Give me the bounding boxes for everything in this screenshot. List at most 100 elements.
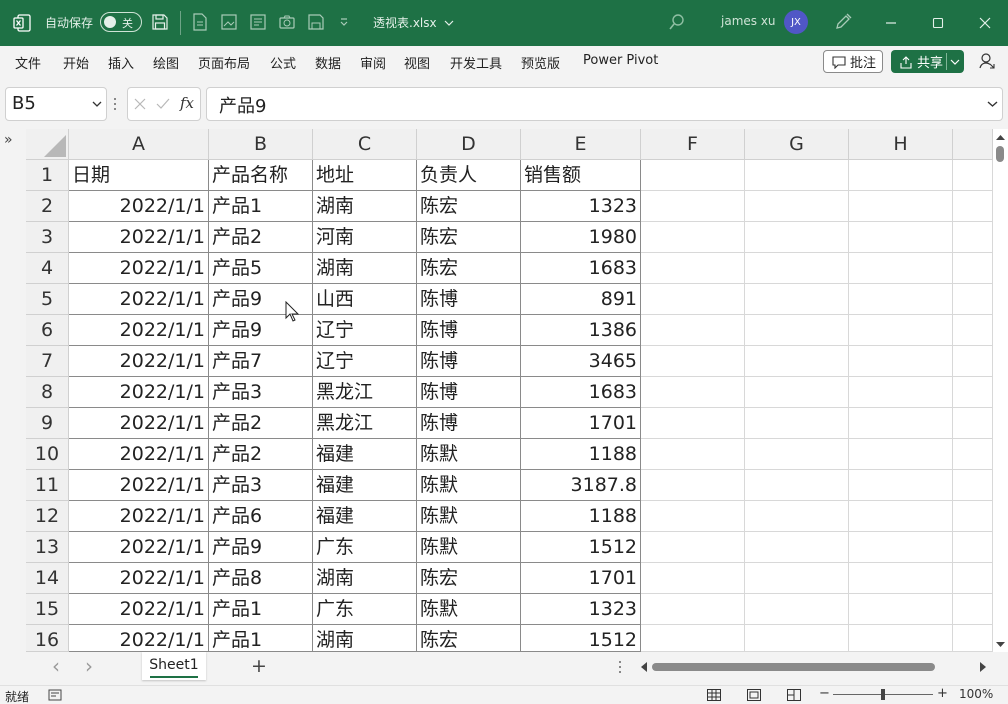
- column-header[interactable]: H: [849, 129, 953, 160]
- row-header[interactable]: 13: [26, 532, 69, 563]
- table-cell[interactable]: 福建: [313, 501, 417, 532]
- table-cell[interactable]: 2022/1/1: [69, 346, 209, 377]
- table-cell[interactable]: 陈博: [417, 315, 521, 346]
- table-cell[interactable]: 黑龙江: [313, 408, 417, 439]
- table-cell[interactable]: [953, 315, 993, 346]
- table-cell[interactable]: 陈默: [417, 470, 521, 501]
- sheet-next-button[interactable]: ›: [85, 654, 93, 678]
- table-cell[interactable]: 陈宏: [417, 222, 521, 253]
- header-cell[interactable]: [849, 160, 953, 191]
- scroll-right-icon[interactable]: [978, 661, 988, 673]
- table-cell[interactable]: [849, 408, 953, 439]
- page-break-view-icon[interactable]: [787, 689, 801, 701]
- tab-power-pivot[interactable]: Power Pivot: [583, 53, 658, 68]
- table-cell[interactable]: 陈宏: [417, 563, 521, 594]
- insert-function-button[interactable]: fx: [180, 94, 194, 112]
- table-cell[interactable]: 产品9: [209, 532, 313, 563]
- pen-icon[interactable]: [832, 11, 854, 33]
- table-cell[interactable]: 1188: [521, 501, 641, 532]
- table-cell[interactable]: [745, 377, 849, 408]
- table-cell[interactable]: 1323: [521, 191, 641, 222]
- table-cell[interactable]: [953, 470, 993, 501]
- name-box[interactable]: B5: [5, 87, 107, 121]
- document-icon[interactable]: [190, 12, 210, 32]
- tab-file[interactable]: 文件: [15, 53, 41, 72]
- row-header[interactable]: 15: [26, 594, 69, 625]
- share-button[interactable]: 共享: [891, 50, 964, 73]
- save-icon[interactable]: [150, 12, 170, 32]
- formula-input[interactable]: 产品9: [206, 87, 1003, 121]
- save-copy-icon[interactable]: [306, 12, 326, 32]
- minimize-icon[interactable]: [880, 12, 902, 34]
- table-cell[interactable]: [849, 501, 953, 532]
- table-cell[interactable]: [953, 625, 993, 652]
- scroll-down-icon[interactable]: [993, 639, 1008, 651]
- enter-icon[interactable]: [155, 97, 171, 111]
- page-layout-view-icon[interactable]: [747, 689, 761, 701]
- image-doc-icon[interactable]: [219, 12, 239, 32]
- table-cell[interactable]: [745, 625, 849, 652]
- table-cell[interactable]: [641, 501, 745, 532]
- autosave-toggle[interactable]: 关: [100, 12, 142, 32]
- table-cell[interactable]: [641, 191, 745, 222]
- form-icon[interactable]: [248, 12, 268, 32]
- header-cell[interactable]: 地址: [313, 160, 417, 191]
- table-cell[interactable]: [745, 439, 849, 470]
- table-cell[interactable]: [745, 594, 849, 625]
- accessibility-icon[interactable]: [48, 689, 62, 701]
- cancel-icon[interactable]: [133, 97, 147, 111]
- zoom-level[interactable]: 100%: [959, 687, 993, 701]
- table-cell[interactable]: 陈博: [417, 408, 521, 439]
- close-icon[interactable]: [974, 12, 996, 34]
- table-cell[interactable]: 2022/1/1: [69, 532, 209, 563]
- table-cell[interactable]: 产品6: [209, 501, 313, 532]
- camera-icon[interactable]: [277, 12, 297, 32]
- table-cell[interactable]: 891: [521, 284, 641, 315]
- table-cell[interactable]: 产品5: [209, 253, 313, 284]
- table-cell[interactable]: 陈博: [417, 377, 521, 408]
- table-cell[interactable]: [849, 563, 953, 594]
- table-cell[interactable]: 产品7: [209, 346, 313, 377]
- row-header[interactable]: 10: [26, 439, 69, 470]
- table-cell[interactable]: 2022/1/1: [69, 377, 209, 408]
- table-cell[interactable]: 产品8: [209, 563, 313, 594]
- table-cell[interactable]: [641, 346, 745, 377]
- normal-view-icon[interactable]: [707, 689, 721, 701]
- tab-formulas[interactable]: 公式: [270, 53, 296, 72]
- comments-button[interactable]: 批注: [823, 50, 883, 73]
- table-cell[interactable]: 产品1: [209, 191, 313, 222]
- row-header[interactable]: 6: [26, 315, 69, 346]
- collapse-button[interactable]: »: [4, 132, 13, 148]
- table-cell[interactable]: [745, 501, 849, 532]
- table-cell[interactable]: [953, 594, 993, 625]
- table-cell[interactable]: 湖南: [313, 253, 417, 284]
- scroll-left-icon[interactable]: [639, 661, 649, 673]
- table-cell[interactable]: 广东: [313, 532, 417, 563]
- column-header[interactable]: B: [209, 129, 313, 160]
- table-cell[interactable]: [849, 284, 953, 315]
- customize-toolbar-icon[interactable]: [336, 14, 352, 30]
- avatar[interactable]: JX: [784, 10, 808, 34]
- table-cell[interactable]: 产品1: [209, 594, 313, 625]
- column-header[interactable]: D: [417, 129, 521, 160]
- table-cell[interactable]: 产品2: [209, 222, 313, 253]
- vertical-scroll-thumb[interactable]: [996, 146, 1004, 162]
- column-header[interactable]: E: [521, 129, 641, 160]
- table-cell[interactable]: 陈宏: [417, 191, 521, 222]
- table-cell[interactable]: 1512: [521, 532, 641, 563]
- table-cell[interactable]: 2022/1/1: [69, 315, 209, 346]
- table-cell[interactable]: [641, 625, 745, 652]
- scroll-up-icon[interactable]: [993, 131, 1008, 143]
- table-cell[interactable]: [953, 563, 993, 594]
- table-cell[interactable]: 陈默: [417, 501, 521, 532]
- column-header[interactable]: F: [641, 129, 745, 160]
- table-cell[interactable]: [745, 315, 849, 346]
- table-cell[interactable]: [641, 284, 745, 315]
- header-cell[interactable]: [745, 160, 849, 191]
- column-header-partial[interactable]: [953, 129, 993, 160]
- add-sheet-button[interactable]: +: [251, 655, 267, 677]
- table-cell[interactable]: 湖南: [313, 563, 417, 594]
- table-cell[interactable]: 黑龙江: [313, 377, 417, 408]
- table-cell[interactable]: 2022/1/1: [69, 501, 209, 532]
- table-cell[interactable]: [745, 532, 849, 563]
